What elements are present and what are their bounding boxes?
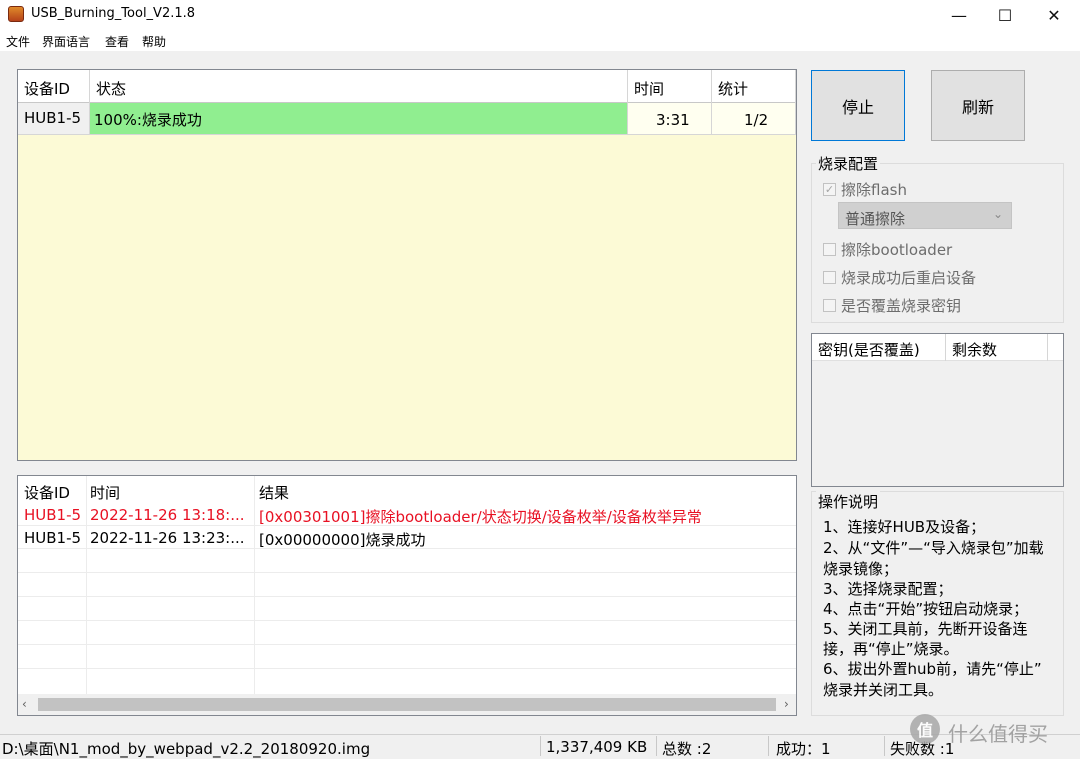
overwrite-key-label: 是否覆盖烧录密钥	[841, 297, 962, 315]
row-divider	[18, 620, 796, 621]
instruction-line: 5、关闭工具前，先断开设备连	[823, 620, 1028, 638]
log-header-device-id[interactable]: 设备ID	[24, 482, 70, 503]
instruction-line: 2、从“文件”—“导入烧录包”加载	[823, 539, 1044, 557]
scrollbar-thumb[interactable]	[38, 698, 776, 711]
row-divider	[18, 668, 796, 669]
log-row-1-result: [0x00000000]烧录成功	[259, 531, 426, 549]
status-total: 总数 :2	[662, 740, 712, 758]
minimize-icon[interactable]: —	[936, 0, 982, 30]
header-time[interactable]: 时间	[628, 70, 712, 103]
chevron-down-icon: ⌄	[992, 207, 1003, 221]
header-status[interactable]: 状态	[90, 70, 628, 103]
erase-flash-option[interactable]: ✓ 擦除flash	[823, 179, 907, 200]
menu-view[interactable]: 查看	[105, 33, 129, 50]
device-grid[interactable]: 设备ID 状态 时间 统计 HUB1-5 100%:烧录成功 3:31 1/2	[17, 69, 797, 461]
device-row[interactable]: HUB1-5 100%:烧录成功 3:31 1/2	[18, 103, 796, 135]
header-device-id[interactable]: 设备ID	[18, 70, 90, 103]
burn-config-title: 烧录配置	[816, 153, 881, 174]
watermark-logo: 值	[910, 714, 940, 744]
log-row-0-id: HUB1-5	[24, 506, 82, 524]
instruction-line: 1、连接好HUB及设备；	[823, 518, 986, 536]
instruction-line: 烧录镜像；	[823, 560, 899, 578]
overwrite-key-option[interactable]: 是否覆盖烧录密钥	[823, 295, 961, 316]
log-grid[interactable]: 设备ID 时间 结果 HUB1-5 2022-11-26 13:18:... […	[17, 475, 797, 716]
time-cell: 3:31	[628, 103, 712, 135]
column-divider	[86, 476, 87, 694]
instruction-line: 烧录并关闭工具。	[823, 681, 944, 699]
instruction-line: 4、点击“开始”按钮启动烧录；	[823, 600, 1029, 618]
status-path: D:\桌面\N1_mod_by_webpad_v2.2_20180920.img	[2, 740, 371, 758]
status-separator	[884, 736, 885, 756]
checkbox-icon[interactable]	[823, 243, 836, 256]
erase-bootloader-option[interactable]: 擦除bootloader	[823, 239, 952, 260]
reboot-after-label: 烧录成功后重启设备	[841, 269, 977, 287]
row-divider	[18, 525, 796, 526]
checkbox-icon[interactable]	[823, 299, 836, 312]
count-cell: 1/2	[712, 103, 796, 135]
erase-mode-value: 普通擦除	[845, 210, 906, 228]
instruction-line: 接，再“停止”烧录。	[823, 640, 959, 658]
instructions-title: 操作说明	[816, 491, 881, 512]
log-row-1-id: HUB1-5	[24, 529, 82, 547]
device-id-cell: HUB1-5	[18, 103, 90, 135]
scroll-left-icon[interactable]: ‹	[22, 697, 27, 711]
instruction-line: 3、选择烧录配置；	[823, 580, 953, 598]
header-key[interactable]: 密钥(是否覆盖)	[812, 334, 946, 361]
column-divider	[254, 476, 255, 694]
log-row-1-time: 2022-11-26 13:23:...	[90, 529, 245, 547]
erase-mode-select[interactable]: 普通擦除 ⌄	[838, 202, 1012, 229]
log-header-result[interactable]: 结果	[259, 482, 289, 503]
checkbox-icon[interactable]: ✓	[823, 183, 836, 196]
erase-flash-label: 擦除flash	[841, 181, 907, 199]
erase-bootloader-label: 擦除bootloader	[841, 241, 953, 259]
progress-label: 100%:烧录成功	[94, 111, 202, 129]
status-separator	[540, 736, 541, 756]
key-list[interactable]: 密钥(是否覆盖) 剩余数	[811, 333, 1064, 487]
instruction-line: 6、拔出外置hub前，请先“停止”	[823, 660, 1042, 678]
maximize-icon[interactable]: ☐	[982, 0, 1028, 30]
row-divider	[18, 548, 796, 549]
key-list-header: 密钥(是否覆盖) 剩余数	[812, 334, 1063, 361]
row-divider	[18, 572, 796, 573]
stop-button[interactable]: 停止	[811, 70, 905, 141]
progress-bar: 100%:烧录成功	[90, 103, 628, 135]
status-size: 1,337,409 KB	[546, 738, 648, 756]
status-separator	[656, 736, 657, 756]
window-title: USB_Burning_Tool_V2.1.8	[31, 6, 196, 21]
log-row-0-result: [0x00301001]擦除bootloader/状态切换/设备枚举/设备枚举异…	[259, 508, 702, 526]
menu-help[interactable]: 帮助	[142, 33, 166, 50]
checkbox-icon[interactable]	[823, 271, 836, 284]
log-row-0-time: 2022-11-26 13:18:...	[90, 506, 245, 524]
row-divider	[18, 644, 796, 645]
watermark-text: 什么值得买	[948, 722, 1048, 746]
app-icon	[8, 6, 24, 22]
row-divider	[18, 596, 796, 597]
refresh-button[interactable]: 刷新	[931, 70, 1025, 141]
status-separator	[768, 736, 769, 756]
reboot-after-option[interactable]: 烧录成功后重启设备	[823, 267, 976, 288]
scroll-right-icon[interactable]: ›	[784, 697, 789, 711]
header-remaining[interactable]: 剩余数	[946, 334, 1048, 361]
header-count[interactable]: 统计	[712, 70, 796, 103]
status-success: 成功：1	[776, 740, 831, 758]
log-header-time[interactable]: 时间	[90, 482, 120, 503]
menu-file[interactable]: 文件	[6, 33, 30, 50]
close-icon[interactable]: ✕	[1031, 0, 1077, 30]
device-grid-header: 设备ID 状态 时间 统计	[18, 70, 796, 103]
menu-language[interactable]: 界面语言	[42, 33, 90, 50]
horizontal-scrollbar[interactable]: ‹ ›	[18, 694, 796, 715]
